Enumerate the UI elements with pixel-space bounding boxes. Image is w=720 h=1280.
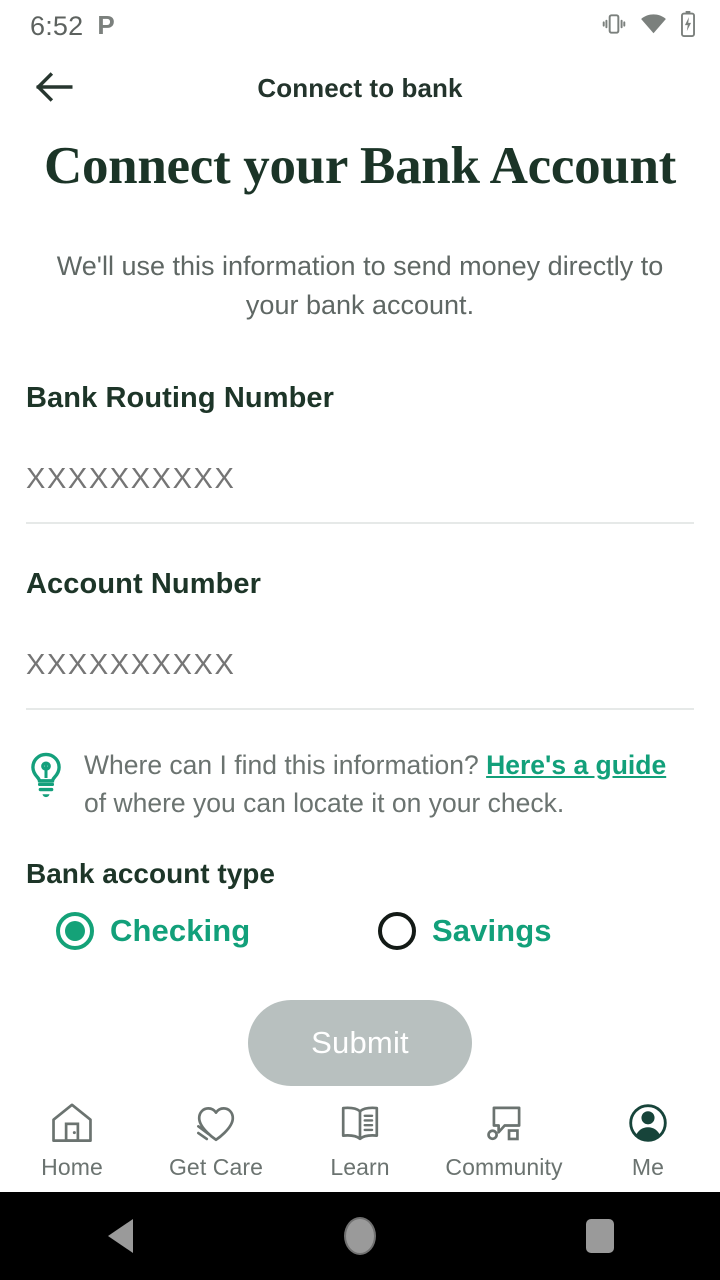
status-bar-left: 6:52 P [30, 11, 115, 42]
status-clock: 6:52 [30, 11, 83, 42]
nav-item-community[interactable]: Community [432, 1100, 576, 1181]
back-arrow-icon [35, 72, 73, 105]
vibrate-icon [601, 11, 627, 42]
submit-button[interactable]: Submit [248, 1000, 472, 1086]
help-text-after: of where you can locate it on your check… [84, 788, 564, 818]
account-number-label: Account Number [26, 568, 694, 601]
system-back-icon[interactable] [0, 1219, 240, 1253]
nav-item-learn[interactable]: Learn [288, 1100, 432, 1181]
bank-form: Bank Routing Number Account Number [0, 382, 720, 710]
page-title: Connect to bank [0, 73, 720, 104]
chat-bubbles-icon [482, 1100, 526, 1146]
radio-checking-mark[interactable] [56, 912, 94, 950]
lightbulb-icon [26, 746, 66, 803]
account-type-label: Bank account type [26, 858, 694, 890]
nav-label-home: Home [41, 1154, 103, 1181]
guide-link[interactable]: Here's a guide [486, 750, 666, 780]
person-avatar-icon [626, 1100, 670, 1146]
system-navigation-bar [0, 1192, 720, 1280]
help-text-before: Where can I find this information? [84, 750, 486, 780]
notification-p-icon: P [97, 12, 114, 38]
routing-number-label: Bank Routing Number [26, 382, 694, 415]
page-subtitle: We'll use this information to send money… [0, 195, 720, 324]
battery-charging-icon [680, 11, 696, 42]
page-heading: Connect your Bank Account [0, 124, 720, 195]
account-type-radio-group: Checking Savings [26, 912, 694, 950]
nav-item-me[interactable]: Me [576, 1100, 720, 1181]
help-text: Where can I find this information? Here'… [84, 746, 694, 822]
bottom-navigation: Home Get Care Learn [0, 1088, 720, 1192]
radio-option-checking[interactable]: Checking [56, 912, 378, 950]
nav-label-get-care: Get Care [169, 1154, 263, 1181]
app-screen: 6:52 P [0, 0, 720, 1280]
nav-label-community: Community [445, 1154, 562, 1181]
nav-item-get-care[interactable]: Get Care [144, 1100, 288, 1181]
account-number-input[interactable] [26, 601, 694, 708]
book-icon [338, 1100, 382, 1146]
app-header: Connect to bank [0, 52, 720, 124]
routing-number-input[interactable] [26, 415, 694, 522]
status-bar: 6:52 P [0, 0, 720, 52]
help-row: Where can I find this information? Here'… [0, 710, 720, 822]
account-type-section: Bank account type Checking Savings [0, 822, 720, 950]
routing-number-divider [26, 522, 694, 524]
system-home-circle [344, 1217, 376, 1255]
status-bar-right [601, 11, 696, 42]
system-recents-icon[interactable] [480, 1219, 720, 1253]
radio-checking-dot [65, 921, 85, 941]
nav-item-home[interactable]: Home [0, 1100, 144, 1181]
nav-label-me: Me [632, 1154, 664, 1181]
wifi-icon [640, 13, 667, 40]
account-number-field-block: Account Number [26, 568, 694, 710]
radio-savings-mark[interactable] [378, 912, 416, 950]
heart-icon [194, 1100, 238, 1146]
back-button[interactable] [30, 64, 78, 112]
system-recents-square [586, 1219, 614, 1253]
radio-option-savings[interactable]: Savings [378, 912, 552, 950]
radio-checking-label: Checking [110, 913, 250, 949]
nav-label-learn: Learn [330, 1154, 389, 1181]
system-back-triangle [108, 1219, 133, 1253]
radio-savings-label: Savings [432, 913, 552, 949]
system-home-icon[interactable] [240, 1217, 480, 1255]
submit-area: Submit [0, 1000, 720, 1086]
routing-number-field-block: Bank Routing Number [26, 382, 694, 524]
home-icon [50, 1100, 94, 1146]
